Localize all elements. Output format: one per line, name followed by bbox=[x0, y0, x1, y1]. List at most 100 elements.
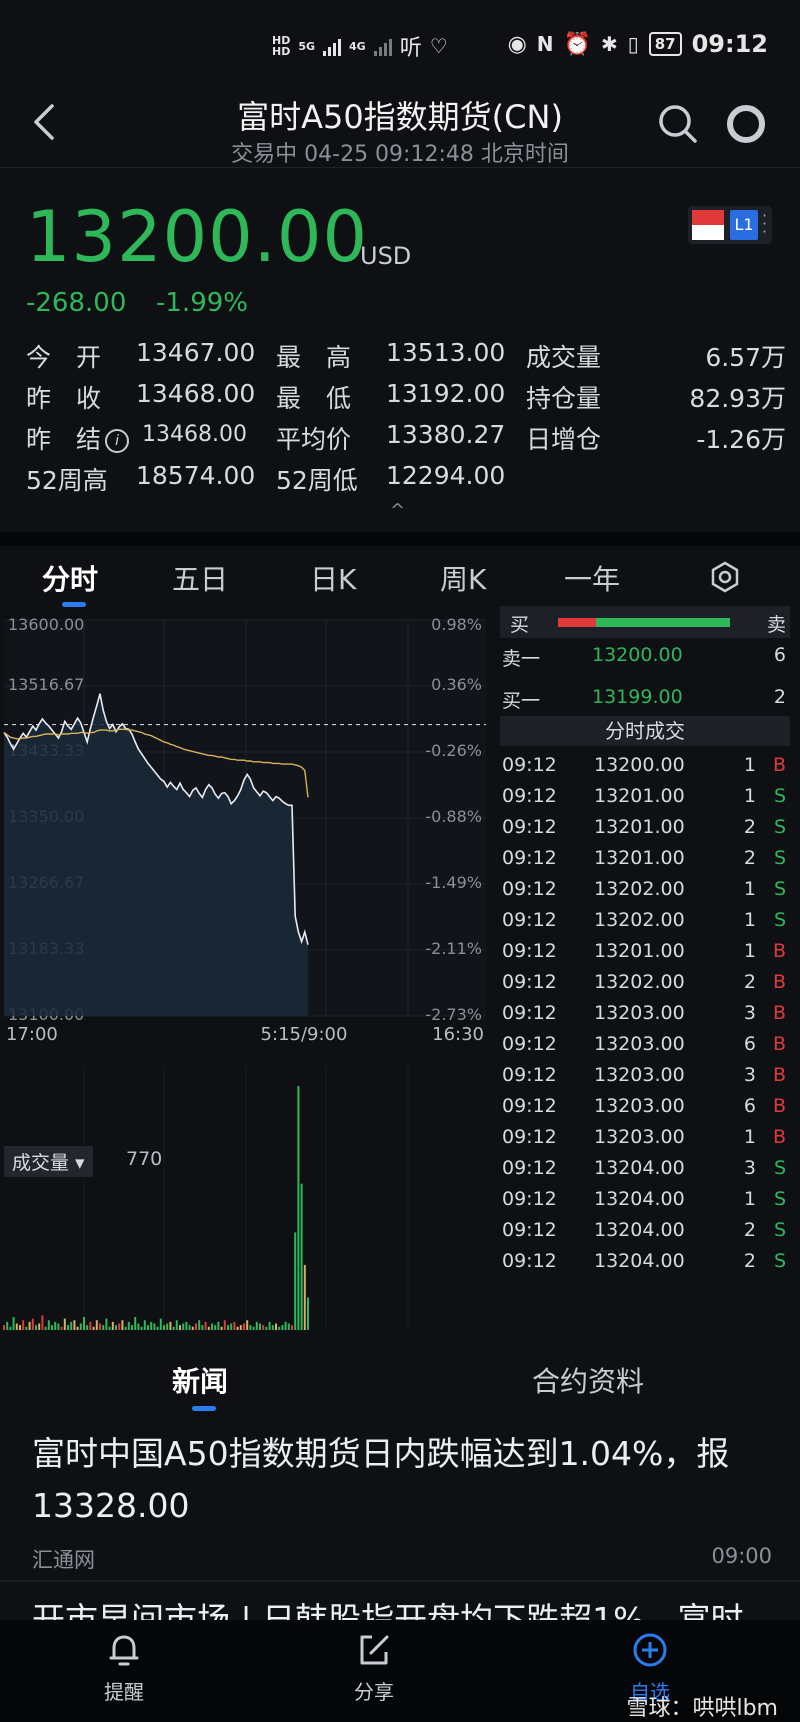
bottom-nav: 提醒 分享 自选 雪球：哄哄lbm bbox=[0, 1620, 800, 1722]
stat-row: 今 开 13467.00 最 高 13513.00 成交量 6.57万 bbox=[26, 338, 786, 379]
volume-bar bbox=[252, 1326, 255, 1330]
trade-row: 09:12 13201.00 2 S bbox=[500, 843, 790, 877]
tab-contract-info[interactable]: 合约资料 bbox=[532, 1360, 644, 1400]
volume-bar bbox=[163, 1325, 165, 1330]
volume-bar bbox=[99, 1323, 101, 1330]
tab-intraday[interactable]: 分时 bbox=[42, 558, 98, 598]
trade-price: 13203.00 bbox=[594, 1095, 685, 1117]
stat-row: 昨 结i 13468.00 平均价 13380.27 日增仓 -1.26万 bbox=[26, 420, 786, 461]
trade-side: S bbox=[773, 1157, 786, 1179]
tab-news[interactable]: 新闻 bbox=[172, 1360, 228, 1400]
news-divider bbox=[0, 1580, 800, 1582]
volume-bar bbox=[73, 1320, 76, 1330]
share-button[interactable]: 分享 bbox=[314, 1630, 434, 1705]
last-price: 13200.00 bbox=[26, 196, 369, 278]
volume-bar bbox=[271, 1325, 274, 1330]
stat-value: -1.26万 bbox=[696, 425, 786, 454]
volume-bar bbox=[275, 1323, 277, 1330]
trade-time: 09:12 bbox=[502, 1250, 557, 1272]
intraday-chart[interactable]: 13600.000.98%13516.670.36%13433.33-0.26%… bbox=[0, 606, 490, 1336]
trade-time: 09:12 bbox=[502, 878, 557, 900]
volume-selector[interactable]: 成交量 ▾ bbox=[4, 1146, 93, 1177]
trade-row: 09:12 13203.00 6 B bbox=[500, 1091, 790, 1125]
back-button[interactable] bbox=[28, 100, 68, 144]
hd-badges: HD HD bbox=[272, 35, 290, 57]
volume-bar bbox=[38, 1323, 41, 1330]
market-level-button[interactable]: L1 · · · bbox=[688, 206, 772, 244]
stat-row: 52周高 18574.00 52周低 12294.00 bbox=[26, 461, 786, 502]
ask-label: 卖一 bbox=[502, 648, 541, 670]
trade-side: B bbox=[772, 1033, 786, 1055]
trade-row: 09:12 13203.00 3 B bbox=[500, 998, 790, 1032]
stat-label: 持仓量 bbox=[526, 384, 602, 413]
volume-bar bbox=[131, 1325, 133, 1330]
alarm-icon: ⏰ bbox=[563, 31, 591, 57]
volume-bar bbox=[204, 1321, 207, 1330]
tab-one-year[interactable]: 一年 bbox=[564, 558, 620, 598]
volume-bar bbox=[236, 1326, 239, 1330]
bluetooth-icon: ✱ bbox=[600, 32, 618, 56]
volume-bar bbox=[150, 1321, 153, 1330]
ratio-bar bbox=[558, 618, 730, 627]
price-change-pct: -1.99% bbox=[156, 288, 248, 318]
y-tick-label-pct: -1.49% bbox=[425, 873, 482, 892]
y-tick-label: 13600.00 bbox=[8, 615, 84, 634]
network-4g: 4G bbox=[349, 39, 366, 53]
buy-sell-ratio-bar: 买 卖 bbox=[500, 606, 790, 638]
stat-value: 13380.27 bbox=[386, 420, 506, 449]
title-bar: 富时A50指数期货(CN) 交易中 04-25 09:12:48 北京时间 bbox=[0, 88, 800, 168]
volume-bar bbox=[47, 1320, 50, 1330]
volume-bar bbox=[102, 1325, 105, 1330]
quote-panel: 13200.00 USD L1 · · · -268.00 -1.99% 今 开 1… bbox=[0, 170, 800, 530]
bid-row[interactable]: 买一 13199.00 2 bbox=[500, 678, 790, 718]
info-icon[interactable]: i bbox=[105, 429, 130, 453]
volume-area bbox=[4, 1066, 486, 1330]
trade-side: S bbox=[773, 816, 786, 838]
chart-settings-button[interactable] bbox=[708, 560, 742, 594]
trade-time: 09:12 bbox=[502, 754, 557, 776]
remind-button[interactable]: 提醒 bbox=[64, 1630, 184, 1705]
volume-bar bbox=[265, 1326, 268, 1330]
trade-qty: 2 bbox=[743, 847, 756, 869]
trade-qty: 6 bbox=[743, 1033, 756, 1055]
ask-row[interactable]: 卖一 13200.00 6 bbox=[500, 636, 790, 676]
volume-bar bbox=[115, 1325, 117, 1330]
stat-value: 13468.00 bbox=[142, 422, 247, 447]
nfc-icon: N bbox=[536, 32, 554, 56]
tab-weekly-k[interactable]: 周K bbox=[440, 558, 486, 598]
volume-bar bbox=[25, 1326, 28, 1330]
trade-qty: 2 bbox=[743, 1250, 756, 1272]
volume-bar bbox=[15, 1323, 18, 1330]
bid-price: 13199.00 bbox=[592, 686, 683, 708]
refresh-button[interactable] bbox=[724, 102, 768, 146]
news-item[interactable]: 富时中国A50指数期货日内跌幅达到1.04%，报13328.00 汇通网 09:… bbox=[32, 1428, 772, 1572]
news-source: 汇通网 bbox=[32, 1548, 95, 1572]
trade-price: 13204.00 bbox=[594, 1188, 685, 1210]
trade-row: 09:12 13201.00 1 S bbox=[500, 781, 790, 815]
trade-time: 09:12 bbox=[502, 1188, 557, 1210]
volume-bar bbox=[92, 1326, 95, 1330]
trade-row: 09:12 13204.00 2 S bbox=[500, 1215, 790, 1249]
volume-bar bbox=[83, 1316, 85, 1330]
collapse-arrow-icon[interactable]: ^ bbox=[390, 500, 405, 521]
trade-price: 13202.00 bbox=[594, 909, 685, 931]
y-tick-label-pct: -2.11% bbox=[425, 939, 482, 958]
news-time: 09:00 bbox=[711, 1544, 772, 1568]
volume-bar bbox=[259, 1323, 261, 1330]
tab-five-day[interactable]: 五日 bbox=[172, 558, 228, 598]
x-tick-label: 5:15/9:00 bbox=[261, 1024, 348, 1045]
trade-price: 13204.00 bbox=[594, 1219, 685, 1241]
y-tick-label-pct: -2.73% bbox=[425, 1005, 482, 1024]
tab-daily-k[interactable]: 日K bbox=[310, 558, 356, 598]
volume-bar bbox=[70, 1321, 73, 1330]
volume-bar bbox=[179, 1325, 181, 1330]
trade-qty: 3 bbox=[743, 1157, 756, 1179]
settings-hexagon-icon bbox=[711, 561, 739, 593]
trade-row: 09:12 13202.00 2 B bbox=[500, 967, 790, 1001]
search-button[interactable] bbox=[656, 102, 700, 146]
news-item-next[interactable]: 开市早间市场 | 日韩股指开盘均下跌超1%，富时 bbox=[32, 1600, 772, 1620]
trade-row: 09:12 13203.00 6 B bbox=[500, 1029, 790, 1063]
share-label: 分享 bbox=[354, 1680, 394, 1704]
stat-label: 今 开 bbox=[26, 343, 102, 372]
stat-label-text: 昨 结 bbox=[26, 425, 102, 454]
